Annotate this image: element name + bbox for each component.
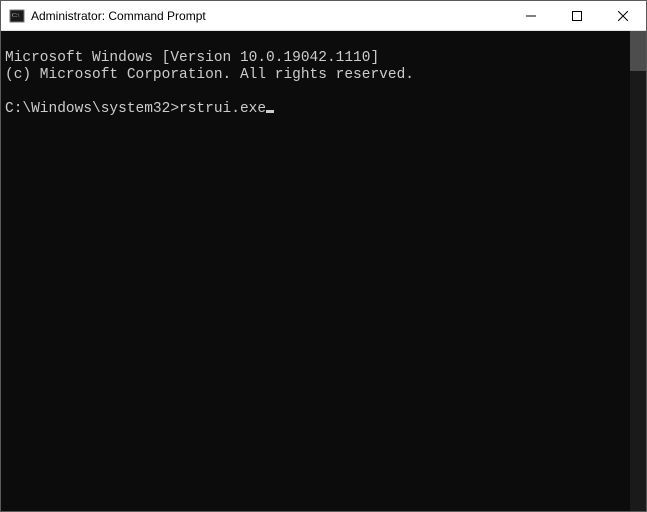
svg-text:C:\: C:\ [12,13,20,19]
window-title: Administrator: Command Prompt [31,9,206,23]
prompt-line: C:\Windows\system32>rstrui.exe [5,101,274,117]
client-area: Microsoft Windows [Version 10.0.19042.11… [1,31,646,511]
window: C:\ Administrator: Command Prompt [0,0,647,512]
cmd-icon: C:\ [9,8,25,24]
close-button[interactable] [600,1,646,30]
terminal-line: (c) Microsoft Corporation. All rights re… [5,67,414,83]
titlebar[interactable]: C:\ Administrator: Command Prompt [1,1,646,31]
window-controls [508,1,646,30]
scrollbar[interactable] [630,31,646,511]
command-input: rstrui.exe [179,101,266,117]
minimize-button[interactable] [508,1,554,30]
maximize-button[interactable] [554,1,600,30]
cursor [266,110,274,113]
prompt: C:\Windows\system32> [5,101,179,117]
scrollbar-thumb[interactable] [630,31,646,71]
terminal[interactable]: Microsoft Windows [Version 10.0.19042.11… [1,31,630,511]
terminal-line: Microsoft Windows [Version 10.0.19042.11… [5,50,379,66]
